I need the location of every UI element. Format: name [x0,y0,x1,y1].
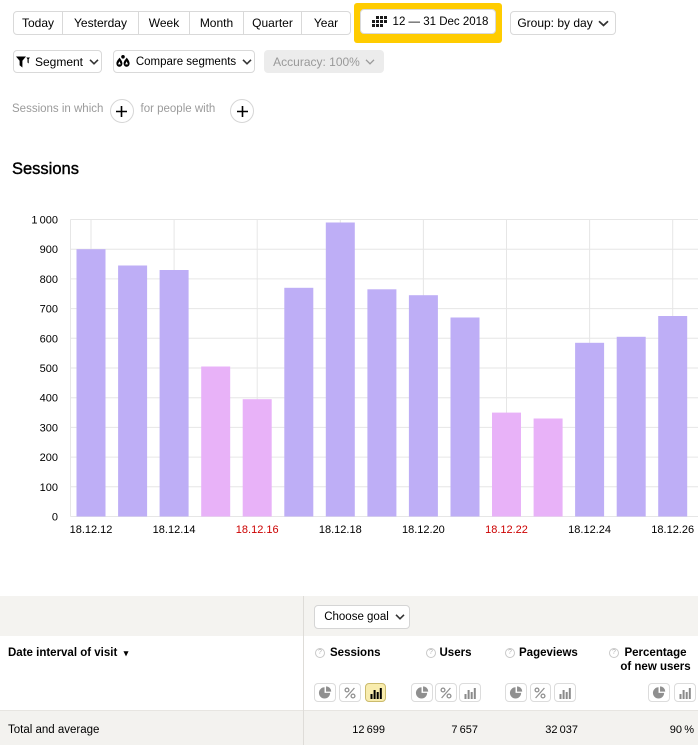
svg-text:18.12.12: 18.12.12 [70,524,113,536]
svg-text:400: 400 [40,393,58,405]
svg-text:100: 100 [40,482,58,494]
svg-text:700: 700 [40,304,58,316]
svg-text:18.12.14: 18.12.14 [153,524,196,536]
svg-text:0: 0 [52,512,58,524]
svg-text:18.12.16: 18.12.16 [236,524,279,536]
svg-text:200: 200 [40,452,58,464]
svg-text:18.12.18: 18.12.18 [319,524,362,536]
svg-text:18.12.22: 18.12.22 [485,524,528,536]
svg-text:18.12.20: 18.12.20 [402,524,445,536]
svg-text:1 000: 1 000 [31,215,58,227]
svg-text:800: 800 [40,274,58,286]
svg-text:600: 600 [40,333,58,345]
svg-text:900: 900 [40,244,58,256]
svg-text:18.12.24: 18.12.24 [568,524,611,536]
svg-text:300: 300 [40,422,58,434]
svg-text:18.12.26: 18.12.26 [651,524,694,536]
svg-text:500: 500 [40,363,58,375]
